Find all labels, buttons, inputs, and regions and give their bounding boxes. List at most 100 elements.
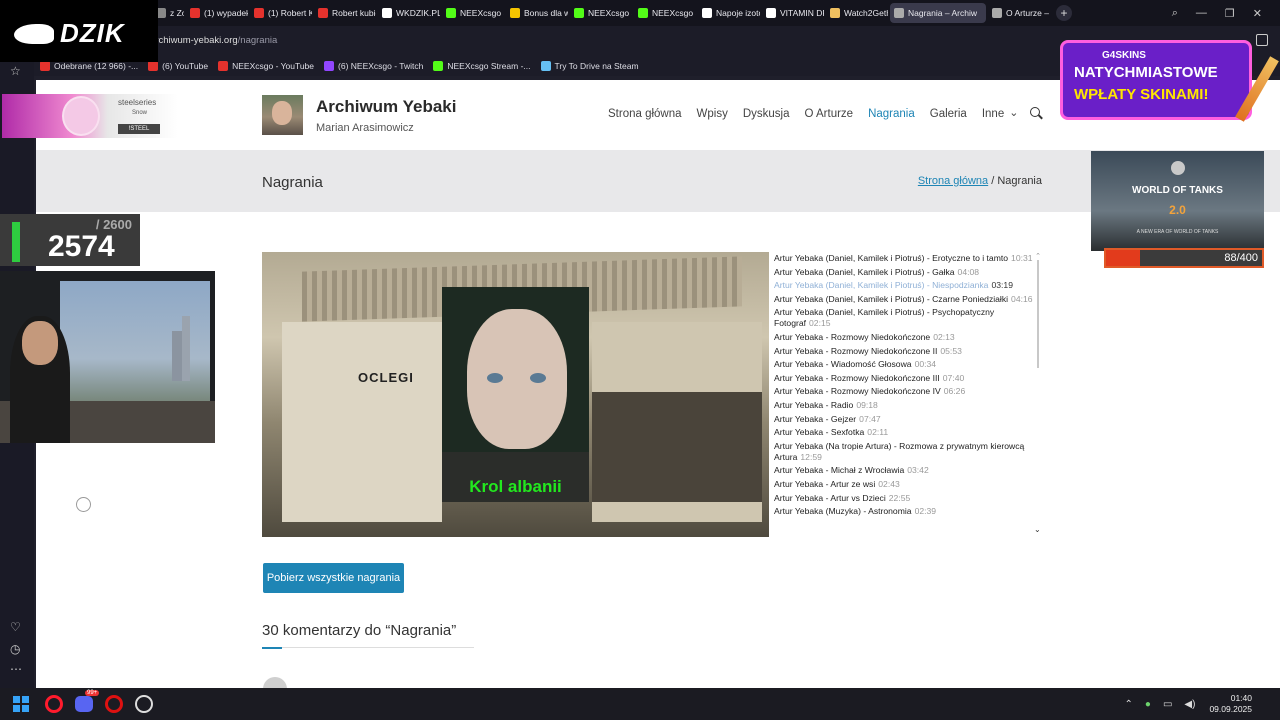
site-logo-avatar[interactable] [262, 95, 303, 135]
tab-favicon-icon [574, 8, 584, 18]
bookmark-item[interactable]: Odebrane (12 966) -... [40, 61, 138, 71]
url-domain: archiwum-yebaki.org [150, 35, 238, 46]
playlist-item[interactable]: Artur Yebaka (Daniel, Kamilek i Piotruś)… [774, 294, 1034, 305]
nav-item[interactable]: Nagrania [868, 108, 915, 120]
playlist-item-duration: 12:59 [800, 451, 822, 462]
playlist-item[interactable]: Artur Yebaka - Michał z Wrocławia 03:42 [774, 465, 1034, 476]
scroll-down-icon[interactable]: ⌄ [1034, 525, 1041, 534]
playlist-item[interactable]: Artur Yebaka (Daniel, Kamilek i Piotruś)… [774, 307, 1034, 329]
playlist-item[interactable]: Artur Yebaka - Rozmowy Niedokończone IV 0… [774, 386, 1034, 397]
playlist-item[interactable]: Artur Yebaka - Rozmowy Niedokończone III… [774, 373, 1034, 384]
tab-label: Napoje izoto [716, 8, 760, 18]
nav-item[interactable]: Dyskusja [743, 108, 790, 120]
site-tagline: Marian Arasimowicz [316, 122, 414, 134]
breadcrumb-home-link[interactable]: Strona główna [918, 175, 988, 187]
bookmark-item[interactable]: Try To Drive na Steam [540, 61, 639, 71]
playlist-item[interactable]: Artur Yebaka - Artur vs Dzieci 22:55 [774, 493, 1034, 504]
nav-item[interactable]: Strona główna [608, 108, 682, 120]
video-player[interactable]: OCLEGI Krol albanii [262, 252, 769, 537]
tab-bar: z Zosi (1) wypadek (1) Robert Ku Robert kub… [0, 0, 1280, 26]
playlist-item-duration: 03:42 [907, 465, 929, 476]
taskbar: 99+ ⌃ ● ▭ ◀) 01:40 09.09.2025 [0, 688, 1280, 720]
playlist-item[interactable]: Artur Yebaka (Daniel, Kamilek i Piotruś)… [774, 267, 1034, 278]
main-navigation: Strona główna Wpisy Dyskusja O Arturze Nagra… [608, 106, 1018, 121]
tab-favicon-icon [638, 8, 648, 18]
network-icon[interactable]: ▭ [1163, 699, 1172, 710]
close-window-icon[interactable]: ✕ [1253, 7, 1262, 20]
browser-tab[interactable]: Watch2Gethe [826, 3, 888, 23]
clock[interactable]: 01:40 09.09.2025 [1209, 693, 1252, 715]
playlist-item-title: Artur Yebaka (Daniel, Kamilek i Piotruś)… [774, 293, 1009, 304]
bookmark-label: (6) NEEXcsgo - Twitch [338, 61, 424, 71]
browser-tab[interactable]: O Arturze – A [988, 3, 1050, 23]
playlist-item[interactable]: Artur Yebaka - Gejzer 07:47 [774, 414, 1034, 425]
chevron-down-icon[interactable]: ⌄ [1009, 106, 1018, 119]
bookmark-item[interactable]: (6) YouTube [148, 61, 208, 71]
playlist-item-duration: 00:34 [914, 359, 937, 370]
browser-tab[interactable]: Robert kubica [314, 3, 376, 23]
playlist-scrollbar[interactable]: ⌃ ⌄ [1034, 252, 1042, 537]
discord-icon[interactable]: 99+ [75, 690, 100, 712]
opera-icon[interactable] [105, 695, 123, 713]
sub-counter-overlay: / 2600 2574 [0, 214, 140, 266]
new-tab-button[interactable]: + [1056, 5, 1072, 21]
browser-tab[interactable]: NEEXcsgo Str [634, 3, 696, 23]
scroll-up-icon[interactable]: ⌃ [1034, 252, 1042, 260]
show-hidden-icons-icon[interactable]: ⌃ [1125, 699, 1133, 710]
download-all-button[interactable]: Pobierz wszystkie nagrania [263, 563, 404, 593]
tab-label: (1) wypadek [204, 8, 248, 18]
playlist-item-duration: 07:40 [942, 372, 965, 383]
playlist-item[interactable]: Artur Yebaka - Sexfotka 02:11 [774, 427, 1034, 438]
browser-tab[interactable]: Napoje izoto [698, 3, 760, 23]
restore-icon[interactable]: ❐ [1225, 7, 1235, 20]
playlist-item[interactable]: Artur Yebaka (Na tropie Artura) - Rozmow… [774, 441, 1034, 463]
opera-gx-icon[interactable] [45, 695, 63, 713]
nav-item[interactable]: Galeria [930, 108, 967, 120]
browser-tab[interactable]: WKDZIK.PL [378, 3, 440, 23]
playlist-item-duration: 02:13 [933, 331, 955, 342]
playlist-item-title: Artur Yebaka - Radio [774, 399, 854, 410]
browser-tab[interactable]: NEEXcsgo Str [570, 3, 632, 23]
playlist-item[interactable]: Artur Yebaka - Rozmowy Niedokończone II 0… [774, 346, 1034, 357]
browser-tab[interactable]: VITAMIN DRI [762, 3, 824, 23]
volume-icon[interactable]: ◀) [1184, 699, 1195, 710]
tab-favicon-icon [702, 8, 712, 18]
more-icon[interactable]: ⋯ [10, 662, 22, 676]
playlist-item[interactable]: Artur Yebaka (Muzyka) - Astronomia 02:39 [774, 506, 1034, 517]
playlist-item-title: Artur Yebaka - Rozmowy Niedokończone III [774, 372, 940, 383]
playlist-item[interactable]: Artur Yebaka - Radio 09:18 [774, 400, 1034, 411]
playlist-item[interactable]: Artur Yebaka (Daniel, Kamilek i Piotruś)… [774, 280, 1034, 291]
heart-icon[interactable]: ♡ [10, 620, 21, 634]
search-tabs-icon[interactable]: ⌕ [1172, 7, 1178, 20]
browser-tab[interactable]: Nagrania – Archiw [890, 3, 986, 23]
playlist-item[interactable]: Artur Yebaka - Rozmowy Niedokończone 02:1… [774, 332, 1034, 343]
browser-tab[interactable]: Bonus dla wi [506, 3, 568, 23]
playlist-item-title: Artur Yebaka - Michał z Wrocławia [774, 465, 905, 476]
nav-item[interactable]: Inne [982, 108, 1004, 120]
minimize-icon[interactable]: — [1196, 7, 1207, 20]
search-icon[interactable] [1030, 107, 1043, 120]
playlist-item[interactable]: Artur Yebaka - Artur ze wsi 02:43 [774, 479, 1034, 490]
browser-tab[interactable]: (1) Robert Ku [250, 3, 312, 23]
playlist-item-duration: 07:47 [859, 413, 881, 424]
microphone-icon[interactable]: ● [1145, 699, 1151, 710]
bookmark-item[interactable]: (6) NEEXcsgo - Twitch [324, 61, 423, 71]
bookmark-item[interactable]: NEEXcsgo - YouTube [218, 61, 314, 71]
bookmark-item[interactable]: NEEXcsgo Stream -... [433, 61, 531, 71]
playlist-item-title: Artur Yebaka - Artur vs Dzieci [774, 492, 886, 503]
history-icon[interactable]: ◷ [10, 642, 20, 656]
nav-item[interactable]: O Arturze [805, 108, 854, 120]
discord-badge: 99+ [85, 690, 100, 696]
browser-tab[interactable]: (1) wypadek [186, 3, 248, 23]
start-button[interactable] [13, 696, 29, 712]
obs-icon[interactable] [135, 695, 153, 713]
site-title[interactable]: Archiwum Yebaki [316, 97, 456, 117]
playlist-item-duration: 09:18 [856, 399, 878, 410]
pinboard-icon[interactable]: ☆ [10, 64, 21, 78]
clock-date: 09.09.2025 [1209, 704, 1252, 714]
playlist: Artur Yebaka (Daniel, Kamilek i Piotruś)… [774, 252, 1034, 537]
playlist-item[interactable]: Artur Yebaka - Wiadomość Głosowa 00:34 [774, 359, 1034, 370]
playlist-item[interactable]: Artur Yebaka (Daniel, Kamilek i Piotruś)… [774, 253, 1034, 264]
nav-item[interactable]: Wpisy [697, 108, 728, 120]
browser-tab[interactable]: NEEXcsgo Str [442, 3, 504, 23]
